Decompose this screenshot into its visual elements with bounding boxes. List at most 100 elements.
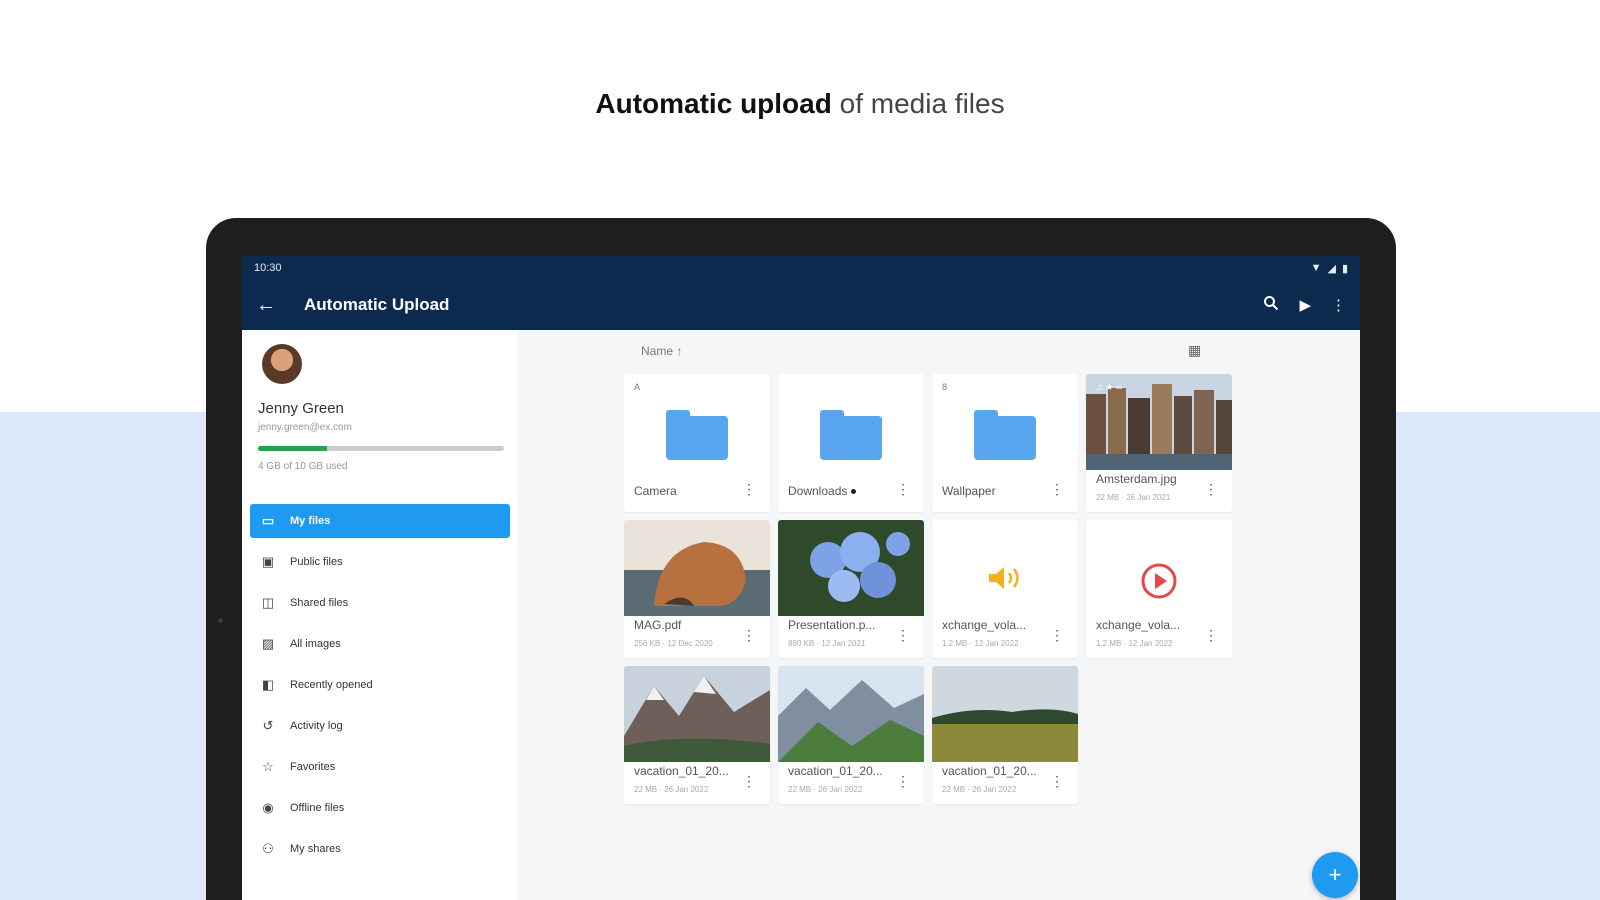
- file-name: Camera: [634, 484, 677, 498]
- nav-item-label: All images: [290, 638, 341, 650]
- file-meta: 1.2 MB · 12 Jan 2022: [942, 639, 1019, 648]
- promo-title: Automatic upload of media files: [0, 88, 1600, 120]
- nav-item-recently-opened[interactable]: ◧ Recently opened: [250, 668, 510, 702]
- file-name-text: Downloads: [788, 484, 848, 498]
- shares-icon: ⚇: [262, 841, 274, 856]
- nav-item-my-files[interactable]: ▭ My files: [250, 504, 510, 538]
- nav-item-label: Shared files: [290, 597, 349, 609]
- tablet-camera-dot: [218, 618, 223, 623]
- file-name: Wallpaper: [942, 484, 996, 498]
- mountains-thumbnail: [624, 666, 770, 762]
- nav-item-all-images[interactable]: ▨ All images: [250, 627, 510, 661]
- storage-quota-bar: [258, 446, 504, 451]
- storage-quota-fill: [258, 446, 327, 451]
- folder-icon: [820, 410, 882, 460]
- folder-tile-downloads[interactable]: Downloads ⋮: [778, 374, 924, 512]
- more-vert-icon[interactable]: ⋮: [1204, 481, 1218, 498]
- navigation-drawer: Jenny Green jenny.green@ex.com 4 GB of 1…: [242, 330, 518, 900]
- more-vert-icon[interactable]: ⋮: [1204, 627, 1218, 644]
- file-name: Presentation.p...: [788, 618, 876, 632]
- avatar[interactable]: [262, 344, 302, 384]
- arrow-left-icon[interactable]: ←: [256, 294, 296, 317]
- folder-badge: A: [634, 382, 641, 392]
- folder-icon: ▭: [261, 513, 275, 528]
- image-tile-vacation-3[interactable]: vacation_01_20... 22 MB · 26 Jan 2022 ⋮: [932, 666, 1078, 804]
- media-badge: ♫ ★ ∞: [1096, 382, 1123, 392]
- star-icon: ☆: [262, 759, 274, 774]
- video-tile[interactable]: xchange_vola... 1.2 MB · 12 Jan 2022 ⋮: [1086, 520, 1232, 658]
- folder-icon: [974, 410, 1036, 460]
- app-bar: ← Automatic Upload ▶ ⋮: [242, 280, 1360, 330]
- history-icon: ↺: [262, 718, 274, 733]
- image-tile-vacation-1[interactable]: vacation_01_20... 22 MB · 26 Jan 2022 ⋮: [624, 666, 770, 804]
- audio-tile[interactable]: xchange_vola... 1.2 MB · 12 Jan 2022 ⋮: [932, 520, 1078, 658]
- image-tile-presentation[interactable]: Presentation.p... 880 KB · 12 Jan 2021 ⋮: [778, 520, 924, 658]
- wifi-icon: ▼: [1310, 262, 1322, 274]
- page-title: Automatic Upload: [304, 295, 450, 314]
- file-name: xchange_vola...: [1096, 618, 1181, 632]
- tablet-frame: 10:30 ▼ ◢ ▮ ← Automatic Upload ▶ ⋮ Jenny…: [206, 218, 1396, 900]
- play-icon[interactable]: ▶: [1299, 296, 1311, 314]
- file-meta: 880 KB · 12 Jan 2021: [788, 639, 866, 648]
- more-vert-icon[interactable]: ⋮: [742, 773, 756, 790]
- file-name: Downloads: [788, 484, 896, 498]
- status-icons: ▼ ◢ ▮: [1311, 262, 1348, 275]
- image-tile-vacation-2[interactable]: vacation_01_20... 22 MB · 26 Jan 2022 ⋮: [778, 666, 924, 804]
- user-name: Jenny Green: [258, 400, 344, 417]
- user-email: jenny.green@ex.com: [258, 422, 352, 433]
- nav-item-activity-log[interactable]: ↺ Activity log: [250, 709, 510, 743]
- more-vert-icon[interactable]: ⋮: [742, 481, 756, 498]
- add-button[interactable]: +: [1312, 852, 1358, 898]
- file-name: MAG.pdf: [634, 618, 682, 632]
- more-vert-icon[interactable]: ⋮: [896, 481, 910, 498]
- more-vert-icon[interactable]: ⋮: [896, 627, 910, 644]
- public-folder-icon: ▣: [261, 554, 275, 569]
- nav-item-public-files[interactable]: ▣ Public files: [250, 545, 510, 579]
- promo-title-strong: Automatic upload: [595, 88, 832, 119]
- battery-icon: ▮: [1341, 262, 1348, 275]
- folder-tile-wallpaper[interactable]: 8 Wallpaper ⋮: [932, 374, 1078, 512]
- image-tile-mag[interactable]: MAG.pdf 256 KB · 12 Dec 2020 ⋮: [624, 520, 770, 658]
- more-vert-icon[interactable]: ⋮: [1050, 481, 1064, 498]
- status-time: 10:30: [254, 262, 282, 274]
- nav-item-shared-files[interactable]: ◫ Shared files: [250, 586, 510, 620]
- nav-item-label: Activity log: [290, 720, 343, 732]
- grid-view-icon[interactable]: ▦: [1188, 342, 1201, 359]
- file-meta: 22 MB · 26 Jan 2022: [942, 785, 1017, 794]
- recent-file-icon: ◧: [261, 677, 275, 692]
- file-name: vacation_01_20...: [788, 764, 883, 778]
- promo-title-rest: of media files: [831, 88, 1005, 119]
- play-circle-icon: [1141, 563, 1177, 599]
- shared-folder-icon: ◫: [261, 595, 275, 610]
- sync-status-dot-icon: [851, 489, 857, 495]
- more-vert-icon[interactable]: ⋮: [742, 627, 756, 644]
- nav-item-label: Offline files: [290, 802, 345, 814]
- sort-by-name[interactable]: Name ↑: [641, 344, 682, 358]
- app-bar-actions: ▶ ⋮: [1263, 295, 1346, 315]
- file-meta: 22 MB · 26 Jan 2021: [1096, 493, 1171, 502]
- more-vert-icon[interactable]: ⋮: [1050, 627, 1064, 644]
- more-vert-icon[interactable]: ⋮: [1331, 296, 1346, 314]
- nav-item-label: My files: [290, 515, 331, 527]
- rock-thumbnail: [624, 520, 770, 616]
- nav-item-my-shares[interactable]: ⚇ My shares: [250, 832, 510, 866]
- file-name: xchange_vola...: [942, 618, 1027, 632]
- nav-item-label: Public files: [290, 556, 343, 568]
- audio-volume-icon: [989, 567, 1019, 589]
- search-icon[interactable]: [1263, 295, 1279, 315]
- nav-item-offline-files[interactable]: ◉ Offline files: [250, 791, 510, 825]
- more-vert-icon[interactable]: ⋮: [1050, 773, 1064, 790]
- storage-quota-text: 4 GB of 10 GB used: [258, 461, 348, 472]
- folder-badge: 8: [942, 382, 948, 392]
- file-meta: 1.2 MB · 12 Jan 2022: [1096, 639, 1173, 648]
- nav-item-label: Favorites: [290, 761, 336, 773]
- more-vert-icon[interactable]: ⋮: [896, 773, 910, 790]
- nav-item-favorites[interactable]: ☆ Favorites: [250, 750, 510, 784]
- file-meta: 22 MB · 26 Jan 2022: [634, 785, 709, 794]
- folder-tile-camera[interactable]: A Camera ⋮: [624, 374, 770, 512]
- file-meta: 22 MB · 26 Jan 2022: [788, 785, 863, 794]
- app-screen: 10:30 ▼ ◢ ▮ ← Automatic Upload ▶ ⋮ Jenny…: [242, 256, 1360, 900]
- status-bar: 10:30 ▼ ◢ ▮: [242, 256, 1360, 280]
- file-meta: 256 KB · 12 Dec 2020: [634, 639, 713, 648]
- image-tile-amsterdam[interactable]: ♫ ★ ∞ Amsterdam.jpg 22 MB · 26 Jan 2021 …: [1086, 374, 1232, 512]
